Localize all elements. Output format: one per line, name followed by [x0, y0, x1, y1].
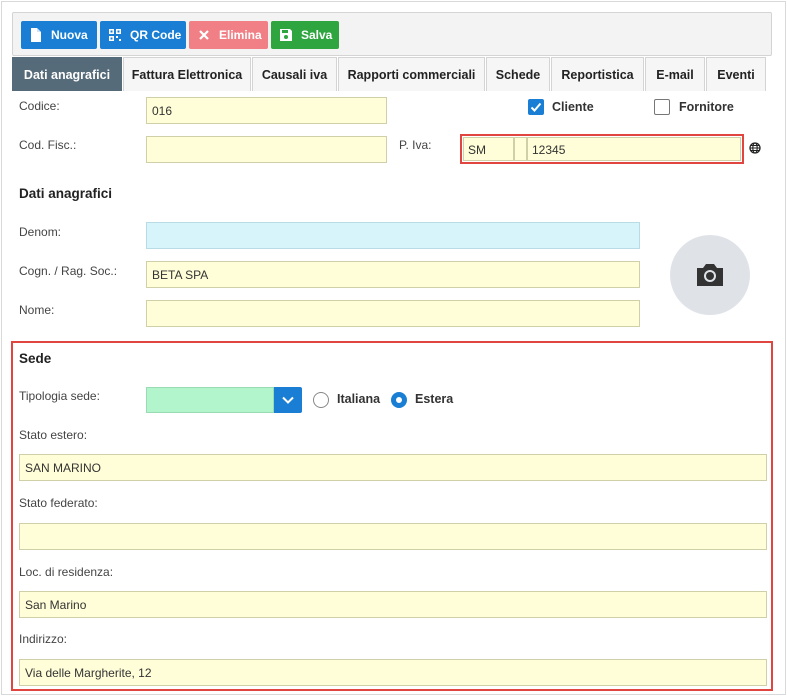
localita-field[interactable]: San Marino — [19, 591, 767, 618]
cognome-label: Cogn. / Rag. Soc.: — [19, 264, 118, 278]
indirizzo-field[interactable]: Via delle Margherite, 12 — [19, 659, 767, 686]
cod-fisc-label: Cod. Fisc.: — [19, 138, 77, 152]
stato-estero-field[interactable]: SAN MARINO — [19, 454, 767, 481]
nuova-button[interactable]: Nuova — [21, 21, 97, 49]
fornitore-label: Fornitore — [679, 100, 734, 114]
piva-country-field[interactable]: SM — [463, 137, 514, 161]
dati-anagrafici-title: Dati anagrafici — [19, 186, 113, 201]
localita-label: Loc. di residenza: — [19, 565, 114, 579]
codice-label: Codice: — [19, 99, 60, 113]
tab-rapporti-commerciali[interactable]: Rapporti commerciali — [338, 57, 485, 91]
estera-label: Estera — [415, 392, 454, 406]
stato-estero-label: Stato estero: — [19, 428, 88, 442]
tab-causali-iva[interactable]: Causali iva — [252, 57, 337, 91]
qr-code-icon — [108, 28, 122, 42]
sede-highlight — [11, 341, 773, 691]
tipologia-select[interactable] — [146, 387, 274, 413]
tab-reportistica[interactable]: Reportistica — [551, 57, 644, 91]
nome-label: Nome: — [19, 303, 55, 317]
globe-icon[interactable] — [749, 142, 761, 154]
piva-separator — [514, 137, 527, 161]
photo-upload-button[interactable] — [670, 235, 750, 315]
italiana-radio[interactable] — [313, 392, 329, 408]
file-icon — [29, 28, 43, 42]
cliente-label: Cliente — [552, 100, 594, 114]
fornitore-checkbox[interactable] — [654, 99, 670, 115]
chevron-down-icon — [282, 396, 294, 404]
tab-schede[interactable]: Schede — [486, 57, 550, 91]
cognome-field[interactable]: BETA SPA — [146, 261, 640, 288]
cod-fisc-field[interactable] — [146, 136, 387, 163]
italiana-label: Italiana — [337, 392, 381, 406]
sede-title: Sede — [19, 351, 52, 366]
denom-label: Denom: — [19, 225, 62, 239]
piva-field[interactable]: 12345 — [527, 137, 741, 161]
denom-field[interactable] — [146, 222, 640, 249]
stato-federato-field[interactable] — [19, 523, 767, 550]
nuova-label: Nuova — [51, 28, 88, 42]
cliente-checkbox[interactable] — [528, 99, 544, 115]
tab-fattura-elettronica[interactable]: Fattura Elettronica — [123, 57, 251, 91]
nome-field[interactable] — [146, 300, 640, 327]
qr-code-button[interactable]: QR Code — [100, 21, 186, 49]
tab-email[interactable]: E-mail — [645, 57, 705, 91]
checkmark-icon — [530, 102, 542, 112]
salva-button[interactable]: Salva — [271, 21, 339, 49]
estera-radio[interactable] — [391, 392, 407, 408]
tab-dati-anagrafici[interactable]: Dati anagrafici — [12, 57, 122, 91]
close-icon — [197, 28, 211, 42]
salva-label: Salva — [301, 28, 333, 42]
save-icon — [279, 28, 293, 42]
qr-code-label: QR Code — [130, 28, 182, 42]
tipologia-label: Tipologia sede: — [19, 389, 100, 403]
stato-federato-label: Stato federato: — [19, 496, 98, 510]
tab-eventi[interactable]: Eventi — [706, 57, 766, 91]
camera-icon — [697, 264, 723, 286]
elimina-label: Elimina — [219, 28, 262, 42]
elimina-button[interactable]: Elimina — [189, 21, 268, 49]
piva-label: P. Iva: — [399, 138, 432, 152]
indirizzo-label: Indirizzo: — [19, 632, 68, 646]
codice-field[interactable]: 016 — [146, 97, 387, 124]
toolbar: Nuova QR Code Elimina Salva — [12, 12, 772, 56]
tipologia-dropdown-button[interactable] — [274, 387, 302, 413]
